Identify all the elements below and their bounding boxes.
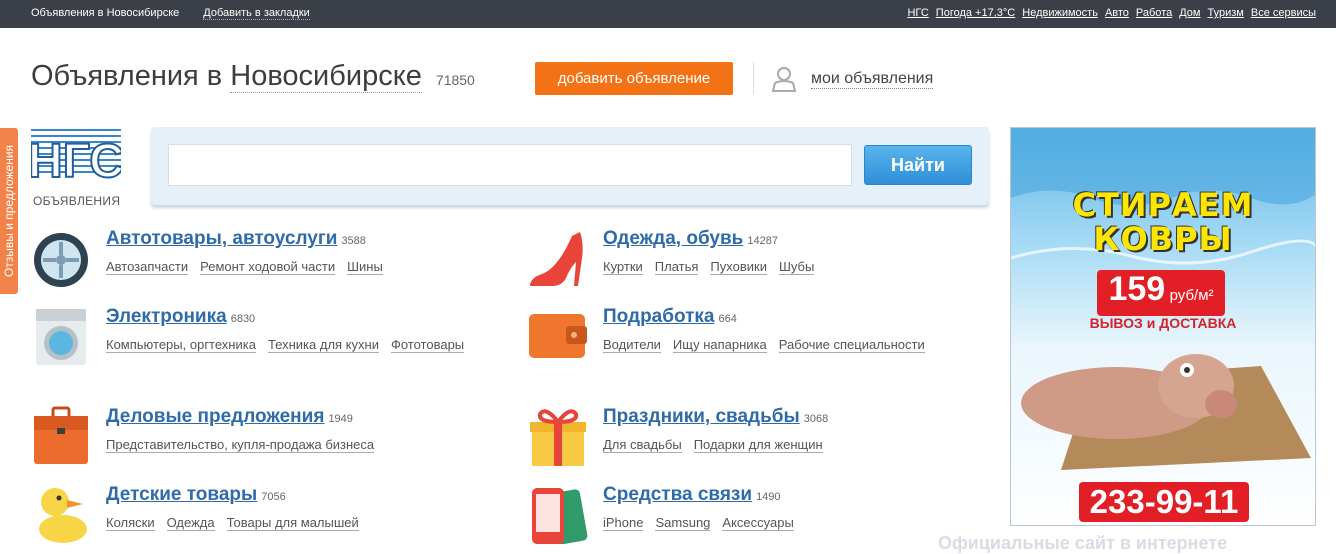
top-link-realty[interactable]: Недвижимость [1022, 7, 1098, 19]
briefcase-icon [34, 406, 88, 464]
my-ads-label[interactable]: мои объявления [811, 70, 934, 89]
subcategory-link[interactable]: Платья [654, 259, 699, 275]
page-title: Объявления в Новосибирске 71850 [31, 60, 475, 93]
top-link-tourism[interactable]: Туризм [1208, 7, 1244, 19]
category-title[interactable]: Средства связи [603, 484, 752, 505]
page-title-prefix: Объявления в [31, 60, 223, 92]
top-link-weather[interactable]: Погода +17,3°C [936, 7, 1015, 19]
top-link-work[interactable]: Работа [1136, 7, 1172, 19]
category-title[interactable]: Деловые предложения [106, 406, 324, 427]
shoe-icon [530, 232, 583, 286]
top-link-home[interactable]: Дом [1179, 7, 1200, 19]
city-selector[interactable]: Новосибирске [230, 60, 422, 93]
category-count: 664 [718, 313, 737, 325]
subcategory-link[interactable]: Автозапчасти [106, 259, 189, 275]
subcategory-link[interactable]: Коляски [106, 515, 155, 531]
banner-price: 159 руб/м² [1097, 270, 1225, 316]
category-count: 7056 [261, 491, 286, 503]
subcategory-link[interactable]: Фототовары [390, 337, 465, 353]
user-icon [771, 67, 797, 92]
top-link-all-services[interactable]: Все сервисы [1251, 7, 1316, 19]
ads-count: 71850 [435, 72, 475, 88]
search-button[interactable]: Найти [864, 145, 972, 185]
gift-icon [530, 409, 586, 466]
subcategory-link[interactable]: Компьютеры, оргтехника [106, 337, 256, 353]
subcategory-link[interactable]: Для свадьбы [603, 437, 682, 453]
banner-phone: 233-99-11 [1079, 482, 1249, 522]
subcategory-link[interactable]: Аксессуары [722, 515, 794, 531]
subcategory-link[interactable]: Samsung [655, 515, 711, 531]
subcategory-link[interactable]: Представительство, купля-продажа бизнеса [106, 437, 375, 453]
washing-machine-icon [36, 309, 86, 365]
ngs-logo[interactable]: НГС ОБЪЯВЛЕНИЯ [27, 127, 125, 208]
logo-caption: ОБЪЯВЛЕНИЯ [33, 194, 121, 208]
divider [753, 62, 754, 94]
category-title[interactable]: Электроника [106, 306, 227, 327]
phone-icon [532, 488, 588, 544]
wheel-icon [34, 233, 88, 287]
feedback-tab[interactable]: Отзывы и предложения [0, 128, 18, 294]
subcategory-link[interactable]: Подарки для женщин [693, 437, 823, 453]
add-bookmark-link[interactable]: Добавить в закладки [203, 7, 310, 20]
top-link-ngs[interactable]: НГС [907, 7, 928, 19]
banner-price-number: 159 [1108, 270, 1166, 308]
top-link-auto[interactable]: Авто [1105, 7, 1129, 19]
feedback-tab-label: Отзывы и предложения [2, 144, 16, 278]
banner-price-unit: руб/м² [1169, 287, 1214, 304]
category-count: 14287 [747, 235, 778, 247]
search-panel: Найти [151, 127, 989, 205]
site-label[interactable]: Объявления в Новосибирске [31, 7, 179, 20]
subcategory-link[interactable]: Техника для кухни [267, 337, 379, 353]
subcategory-link[interactable]: Рабочие специальности [778, 337, 925, 353]
banner-delivery: ВЫВОЗ и ДОСТАВКА [1089, 315, 1237, 331]
category-count: 3588 [341, 235, 366, 247]
banner-headline-2: КОВРЫ [1093, 220, 1233, 258]
my-ads-link[interactable]: мои объявления [753, 62, 934, 94]
subcategory-link[interactable]: Ищу напарника [672, 337, 767, 353]
add-ad-button[interactable]: добавить объявление [535, 62, 733, 95]
category-title[interactable]: Подработка [603, 306, 715, 327]
ngs-logo-mark: НГС [27, 129, 125, 189]
subcategory-link[interactable]: iPhone [603, 515, 644, 531]
category-count: 6830 [230, 313, 256, 325]
subcategory-link[interactable]: Куртки [603, 259, 643, 275]
category-title[interactable]: Одежда, обувь [603, 228, 743, 249]
category-title[interactable]: Праздники, свадьбы [603, 406, 800, 427]
svg-text:НГС: НГС [31, 135, 121, 181]
category-count: 3068 [803, 413, 829, 425]
ad-banner[interactable]: СТИРАЕМ КОВРЫ 159 руб/м² ВЫВОЗ и ДОСТАВК… [1010, 127, 1316, 526]
watermark: Официальные сайт в интернете Siteofficia… [938, 533, 1228, 553]
subcategory-link[interactable]: Товары для малышей [226, 515, 359, 531]
subcategory-link[interactable]: Шубы [778, 259, 815, 275]
subcategory-link[interactable]: Пуховики [710, 259, 767, 275]
top-bar: Объявления в Новосибирске Добавить в зак… [0, 0, 1336, 28]
category-count: 1490 [756, 491, 781, 503]
category-count: 1949 [328, 413, 353, 425]
subcategory-link[interactable]: Водители [603, 337, 661, 353]
duck-icon [39, 488, 87, 543]
subcategory-link[interactable]: Одежда [166, 515, 215, 531]
banner-headline-1: СТИРАЕМ [1072, 186, 1254, 224]
subcategory-link[interactable]: Шины [347, 259, 383, 275]
search-input[interactable] [168, 144, 852, 186]
subcategory-link[interactable]: Ремонт ходовой части [200, 259, 336, 275]
wallet-icon [529, 314, 587, 358]
category-title[interactable]: Автотовары, автоуслуги [106, 228, 337, 249]
category-title[interactable]: Детские товары [106, 484, 257, 505]
